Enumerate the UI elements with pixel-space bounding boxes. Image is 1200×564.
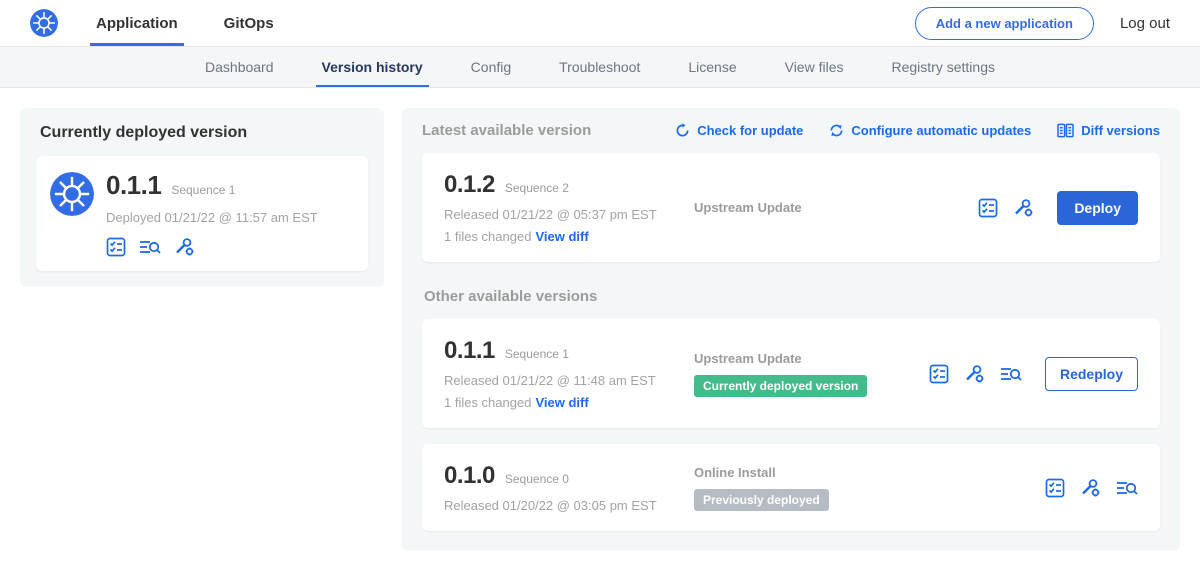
check-for-update-link[interactable]: Check for update: [675, 123, 803, 138]
subnav-version-history[interactable]: Version history: [298, 47, 447, 87]
edit-config-icon[interactable]: [1080, 478, 1101, 498]
deployed-version-number: 0.1.1: [106, 170, 161, 201]
version-released: Released 01/21/22 @ 11:48 am EST: [444, 373, 694, 388]
version-card-latest: 0.1.2 Sequence 2 Released 01/21/22 @ 05:…: [422, 153, 1160, 262]
available-versions-panel: Latest available version Check for updat…: [402, 108, 1180, 551]
view-logs-icon[interactable]: [1000, 364, 1022, 384]
version-number: 0.1.1: [444, 337, 495, 365]
deployed-timestamp: Deployed 01/21/22 @ 11:57 am EST: [106, 210, 318, 225]
version-card-0-1-1: 0.1.1 Sequence 1 Released 01/21/22 @ 11:…: [422, 319, 1160, 428]
logout-button[interactable]: Log out: [1120, 15, 1170, 32]
add-new-application-button[interactable]: Add a new application: [915, 7, 1094, 40]
app-subnav: Dashboard Version history Config Trouble…: [0, 47, 1200, 88]
version-source: Upstream Update: [694, 200, 929, 215]
release-notes-icon[interactable]: [978, 198, 998, 218]
version-source: Online Install: [694, 465, 929, 480]
subnav-registry-settings[interactable]: Registry settings: [868, 47, 1019, 87]
subnav-license[interactable]: License: [664, 47, 760, 87]
configure-automatic-updates-link[interactable]: Configure automatic updates: [829, 123, 1031, 138]
latest-available-title: Latest available version: [422, 122, 591, 139]
kubernetes-logo-icon: [30, 9, 58, 37]
edit-config-icon[interactable]: [1013, 198, 1034, 218]
files-changed: 1 files changed: [444, 395, 531, 410]
redeploy-button[interactable]: Redeploy: [1045, 357, 1138, 391]
tab-gitops[interactable]: GitOps: [218, 0, 280, 46]
version-sequence: Sequence 1: [505, 347, 569, 361]
view-logs-icon[interactable]: [139, 237, 161, 257]
version-source: Upstream Update: [694, 351, 929, 366]
subnav-dashboard[interactable]: Dashboard: [181, 47, 298, 87]
version-number: 0.1.2: [444, 171, 495, 199]
diff-icon: [1057, 123, 1074, 138]
release-notes-icon[interactable]: [106, 237, 126, 257]
view-diff-link[interactable]: View diff: [535, 229, 588, 244]
version-sequence: Sequence 2: [505, 181, 569, 195]
view-diff-link[interactable]: View diff: [535, 395, 588, 410]
files-changed: 1 files changed: [444, 229, 531, 244]
currently-deployed-badge: Currently deployed version: [694, 375, 867, 397]
subnav-config[interactable]: Config: [447, 47, 535, 87]
version-released: Released 01/21/22 @ 05:37 pm EST: [444, 207, 694, 222]
refresh-icon: [675, 123, 690, 138]
diff-versions-link[interactable]: Diff versions: [1057, 123, 1160, 138]
release-notes-icon[interactable]: [1045, 478, 1065, 498]
kubernetes-logo-icon: [50, 172, 94, 216]
tab-application[interactable]: Application: [90, 0, 184, 46]
deployed-version-card: 0.1.1 Sequence 1 Deployed 01/21/22 @ 11:…: [36, 156, 368, 271]
version-sequence: Sequence 0: [505, 472, 569, 486]
edit-config-icon[interactable]: [174, 237, 195, 257]
view-logs-icon[interactable]: [1116, 478, 1138, 498]
version-card-0-1-0: 0.1.0 Sequence 0 Released 01/20/22 @ 03:…: [422, 444, 1160, 531]
previously-deployed-badge: Previously deployed: [694, 489, 829, 511]
subnav-troubleshoot[interactable]: Troubleshoot: [535, 47, 664, 87]
app-logo[interactable]: [30, 0, 58, 46]
version-released: Released 01/20/22 @ 03:05 pm EST: [444, 498, 694, 513]
currently-deployed-panel: Currently deployed version 0.1.1 Sequenc…: [20, 108, 384, 287]
app-header: Application GitOps Add a new application…: [0, 0, 1200, 47]
deployed-sequence: Sequence 1: [171, 183, 235, 197]
main-content: Currently deployed version 0.1.1 Sequenc…: [0, 88, 1200, 551]
currently-deployed-title: Currently deployed version: [40, 124, 368, 142]
other-available-title: Other available versions: [424, 288, 1160, 305]
release-notes-icon[interactable]: [929, 364, 949, 384]
edit-config-icon[interactable]: [964, 364, 985, 384]
version-number: 0.1.0: [444, 462, 495, 490]
subnav-view-files[interactable]: View files: [761, 47, 868, 87]
auto-update-icon: [829, 123, 844, 138]
header-right: Add a new application Log out: [915, 0, 1170, 46]
deploy-button[interactable]: Deploy: [1057, 191, 1138, 225]
